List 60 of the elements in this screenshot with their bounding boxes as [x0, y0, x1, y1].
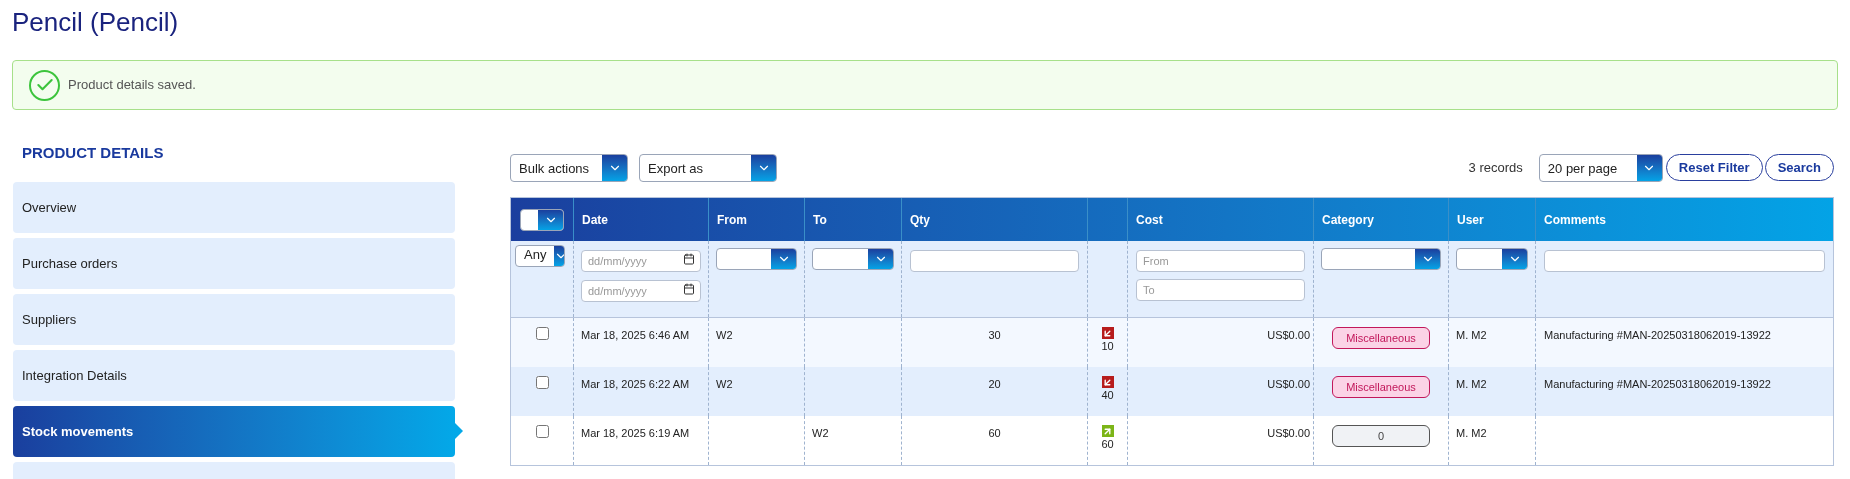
calendar-icon [683, 253, 695, 265]
sidebar-item[interactable]: Integration Details [13, 350, 455, 401]
checkbox-filter-select[interactable]: Any [515, 245, 565, 267]
table-cell: W2 [812, 427, 829, 439]
table-cell: US$0.00 [1267, 329, 1310, 341]
bulk-actions-select[interactable]: Bulk actions [510, 153, 628, 182]
row-checkbox[interactable] [535, 376, 549, 389]
stock-level: 40 [1101, 388, 1114, 402]
column-header: To [813, 211, 827, 229]
column-header: Category [1322, 211, 1374, 229]
table-cell: 20 [988, 378, 1001, 390]
select-all-dropdown[interactable] [520, 208, 564, 231]
table-cell: Manufacturing #MAN-20250318062019-13922 [1544, 329, 1771, 341]
table-cell: US$0.00 [1267, 378, 1310, 390]
cost-from-field[interactable]: From [1136, 250, 1305, 272]
table-cell: M. M2 [1456, 329, 1487, 341]
table-cell: M. M2 [1456, 378, 1487, 390]
row-checkbox[interactable] [535, 425, 549, 438]
table-cell: Mar 18, 2025 6:22 AM [581, 378, 690, 390]
page-title: Pencil (Pencil) [11, 6, 180, 38]
column-header: From [717, 211, 747, 229]
table-cell: Manufacturing #MAN-20250318062019-13922 [1544, 378, 1771, 390]
table-cell: M. M2 [1456, 427, 1487, 439]
sidebar-item[interactable]: Suppliers [13, 294, 455, 345]
table-cell: US$0.00 [1267, 427, 1310, 439]
category-select[interactable] [1321, 248, 1441, 270]
comments-field[interactable] [1544, 250, 1825, 272]
category-tag: 0 [1332, 425, 1430, 447]
column-header: Cost [1136, 211, 1163, 229]
cost-to-field[interactable]: To [1136, 279, 1305, 301]
to-select[interactable] [812, 248, 894, 270]
export-select[interactable]: Export as [639, 153, 777, 182]
calendar-icon [683, 283, 695, 295]
table-cell: 60 [988, 427, 1001, 439]
table-cell: Mar 18, 2025 6:19 AM [581, 427, 690, 439]
table-cell: W2 [716, 378, 733, 390]
table-cell: 30 [988, 329, 1001, 341]
column-header: Date [582, 211, 608, 229]
per-page-select[interactable]: 20 per page [1538, 153, 1663, 182]
column-header: User [1457, 211, 1484, 229]
date-to-field[interactable]: dd/mm/yyyy [581, 280, 701, 302]
table-cell: W2 [716, 329, 733, 341]
sidebar-item[interactable]: Overview [13, 182, 455, 233]
user-select[interactable] [1456, 248, 1528, 270]
selection-pointer [455, 423, 463, 439]
table-cell: Mar 18, 2025 6:46 AM [581, 329, 690, 341]
qty-field[interactable] [910, 250, 1079, 272]
sidebar-heading: PRODUCT DETAILS [21, 143, 165, 163]
records-count: 3 records [1468, 158, 1523, 177]
date-from-field[interactable]: dd/mm/yyyy [581, 250, 701, 272]
stock-level: 10 [1101, 339, 1114, 353]
from-select[interactable] [716, 248, 797, 270]
row-checkbox[interactable] [535, 327, 549, 340]
column-header: Comments [1544, 211, 1606, 229]
sidebar-item[interactable]: Purchase orders [13, 238, 455, 289]
category-tag: Miscellaneous [1332, 376, 1430, 398]
alert-message: Product details saved. [68, 76, 196, 95]
category-tag: Miscellaneous [1332, 327, 1430, 349]
column-header: Qty [910, 211, 930, 229]
stock-level: 60 [1101, 437, 1114, 451]
